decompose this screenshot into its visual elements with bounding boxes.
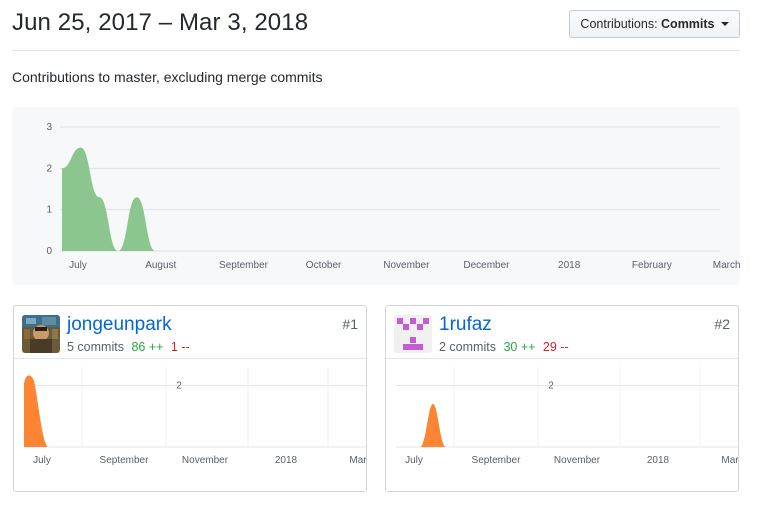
contributor-username-link[interactable]: 1rufaz [439, 314, 492, 336]
contributor-rank: #1 [342, 316, 358, 332]
contributions-select-button[interactable]: Contributions: Commits [569, 10, 740, 38]
x-tick-label: July [33, 455, 51, 466]
identicon-icon [394, 315, 432, 353]
x-tick-label: 2018 [647, 455, 670, 466]
contributor-rank: #2 [714, 316, 730, 332]
chart-subtitle: Contributions to master, excluding merge… [12, 69, 323, 85]
y-tick-label: 3 [46, 122, 52, 133]
x-tick-label: November [182, 455, 229, 466]
contributor-chart-svg: 2 July September November 2018 Mar [24, 367, 366, 466]
contributor-card-header: jongeunpark 5 commits 86 ++ 1 -- #1 [14, 306, 366, 359]
x-tick-label: October [306, 260, 342, 271]
y-tick-label: 2 [176, 380, 182, 391]
contributor-commits-chart: 2 July September November 2018 Mar [14, 359, 366, 491]
x-tick-label: July [405, 455, 423, 466]
x-tick-label: 2018 [558, 260, 581, 271]
x-tick-label: February [632, 260, 672, 271]
y-tick-label: 2 [548, 380, 554, 391]
x-tick-label: Mar [721, 455, 738, 466]
contributor-chart-svg: 2 July September November 2018 Mar [396, 367, 738, 466]
contributor-stats: 2 commits 30 ++ 29 -- [439, 340, 569, 354]
x-tick-label: Mar [349, 455, 366, 466]
contributor-username-link[interactable]: jongeunpark [67, 314, 172, 336]
commit-area [62, 147, 156, 251]
x-tick-label: September [219, 260, 269, 271]
avatar[interactable] [22, 315, 60, 353]
deletions-count: 1 -- [170, 340, 190, 354]
y-tick-label: 1 [46, 205, 52, 216]
x-tick-label: July [69, 260, 87, 271]
contributor-card: jongeunpark 5 commits 86 ++ 1 -- #1 2 Jul… [13, 305, 367, 492]
contributor-commits-chart: 2 July September November 2018 Mar [386, 359, 738, 491]
main-chart-svg: 0 1 2 3 July August September October November De… [46, 122, 740, 271]
y-tick-label: 2 [46, 163, 52, 174]
page-header: Jun 25, 2017 – Mar 3, 2018 Contributions… [12, 0, 740, 51]
contributor-card: 1rufaz 2 commits 30 ++ 29 -- #2 2 July Sep… [385, 305, 739, 492]
select-label: Contributions: [580, 17, 658, 31]
x-tick-label: September [472, 455, 522, 466]
select-value: Commits [661, 17, 715, 31]
additions-count: 86 ++ [131, 340, 164, 354]
avatar-photo-icon [22, 315, 60, 353]
avatar[interactable] [394, 315, 432, 353]
commit-count: 2 commits [439, 340, 496, 354]
caret-down-icon [721, 21, 729, 26]
additions-count: 30 ++ [503, 340, 536, 354]
x-tick-label: March [713, 260, 740, 271]
date-range-title: Jun 25, 2017 – Mar 3, 2018 [12, 9, 309, 36]
x-tick-label: 2018 [275, 455, 298, 466]
contributor-stats: 5 commits 86 ++ 1 -- [67, 340, 190, 354]
main-commits-chart: 0 1 2 3 July August September October November De… [12, 107, 740, 285]
contributor-card-header: 1rufaz 2 commits 30 ++ 29 -- #2 [386, 306, 738, 359]
x-tick-label: November [383, 260, 430, 271]
contributors-page: Jun 25, 2017 – Mar 3, 2018 Contributions… [0, 0, 768, 506]
x-tick-label: September [100, 455, 150, 466]
commit-count: 5 commits [67, 340, 124, 354]
deletions-count: 29 -- [542, 340, 569, 354]
commit-area [24, 375, 48, 447]
commit-area [420, 403, 446, 447]
x-tick-label: August [145, 260, 176, 271]
y-tick-label: 0 [46, 246, 52, 257]
x-tick-label: November [554, 455, 601, 466]
x-tick-label: December [463, 260, 510, 271]
